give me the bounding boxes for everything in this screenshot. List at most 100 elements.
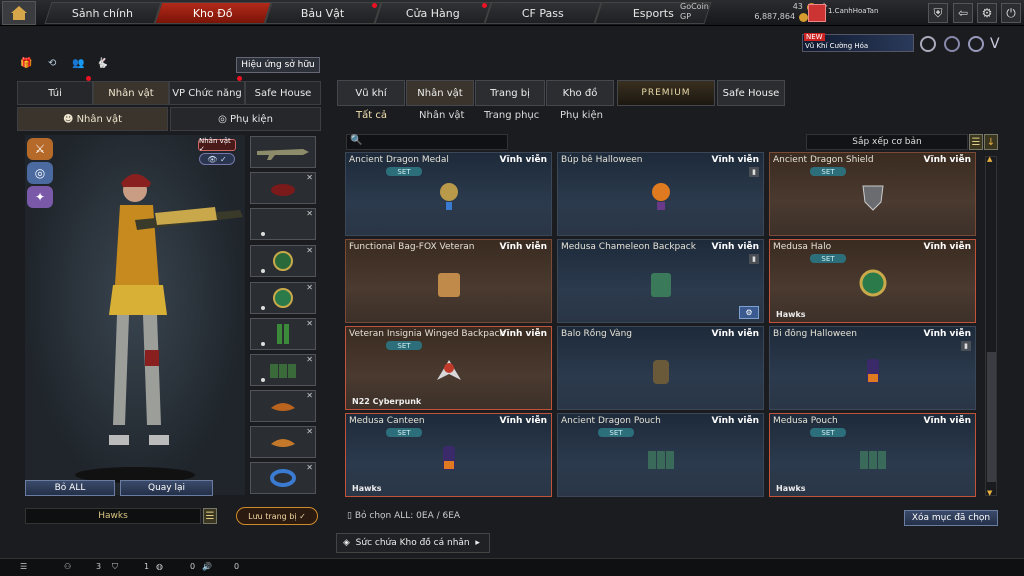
left-tab-bag[interactable]: Túi <box>17 81 93 105</box>
subtab-accessory[interactable]: ◎ Phụ kiện <box>170 107 321 131</box>
scroll-up-icon[interactable]: ▲ <box>987 155 996 163</box>
sort-order-icon[interactable]: ↓ <box>984 134 998 150</box>
inventory-tab-weapons[interactable]: Vũ khí <box>337 80 405 106</box>
remove-icon[interactable]: ✕ <box>306 283 313 292</box>
v-logo-icon[interactable]: V <box>990 36 1006 52</box>
category-icon-2[interactable]: ◎ <box>27 162 53 184</box>
event-icon-2[interactable] <box>944 36 960 52</box>
filter-all[interactable]: Tất cả <box>356 110 387 124</box>
equip-slot-halo[interactable]: ✕ <box>250 282 316 314</box>
equip-slot-extra-3[interactable]: ✕ <box>250 462 316 494</box>
equip-slot-extra-2[interactable]: ✕ <box>250 426 316 458</box>
friends-icon[interactable]: 👥 <box>72 58 88 74</box>
promo-banner[interactable]: NEW Vũ Khí Cường Hóa <box>802 33 914 52</box>
list-icon[interactable]: ☰ <box>20 562 27 571</box>
character-badge[interactable]: Nhân vật ✓ <box>198 137 236 153</box>
pet-icon[interactable]: 🐇 <box>96 58 112 74</box>
nav-tab-0[interactable]: Sảnh chính <box>44 2 162 24</box>
left-tab-character[interactable]: Nhân vật <box>93 81 169 105</box>
equip-slot-badge[interactable]: ✕ <box>250 245 316 277</box>
save-label: Lưu trang bị <box>248 511 297 521</box>
preset-name-field[interactable]: Hawks <box>25 508 201 524</box>
remove-icon[interactable]: ✕ <box>306 319 313 328</box>
remove-icon[interactable]: ✕ <box>306 463 313 472</box>
equip-slot-hat[interactable]: ✕ <box>250 172 316 204</box>
nav-tab-4[interactable]: CF Pass <box>484 2 602 24</box>
power-icon[interactable]: ⏻ <box>1001 3 1021 23</box>
ring-item-icon <box>270 469 296 487</box>
equip-slot-extra-1[interactable]: ✕ <box>250 390 316 422</box>
arrow-right-icon: ▸ <box>469 538 480 548</box>
item-card[interactable]: Medusa Halo Vĩnh viễn SET Hawks <box>769 239 976 323</box>
preset-menu-icon[interactable]: ☰ <box>203 508 217 524</box>
filter-costume[interactable]: Trang phục <box>484 110 539 124</box>
remove-all-button[interactable]: Bỏ ALL <box>25 480 115 496</box>
slot-dot <box>261 306 265 310</box>
exit-lobby-icon[interactable]: ⇦ <box>953 3 973 23</box>
delete-selected-button[interactable]: Xóa mục đã chọn <box>904 510 998 526</box>
item-card[interactable]: Ancient Dragon Medal Vĩnh viễn SET <box>345 152 552 236</box>
equip-slot-canteen[interactable]: ✕ <box>250 318 316 350</box>
inventory-tab-premium[interactable]: PREMIUM <box>617 80 715 106</box>
history-icon[interactable]: ⟲ <box>48 58 64 74</box>
event-icon-3[interactable] <box>968 36 984 52</box>
remove-icon[interactable]: ✕ <box>306 355 313 364</box>
trash-icon[interactable]: ▮ <box>961 341 971 351</box>
storage-capacity-button[interactable]: ◈ Sức chứa Kho đồ cá nhân ▸ <box>336 533 490 553</box>
item-card[interactable]: Ancient Dragon Pouch Vĩnh viễn SET <box>557 413 764 497</box>
item-card[interactable]: Medusa Chameleon Backpack Vĩnh viễn ▮ ⚙ <box>557 239 764 323</box>
item-tag: N22 Cyberpunk <box>352 397 422 406</box>
item-card[interactable]: Búp bê Halloween Vĩnh viễn ▮ <box>557 152 764 236</box>
speaker-icon[interactable]: 🔊 <box>202 562 212 571</box>
settings-gear-icon[interactable]: ⚙ <box>977 3 997 23</box>
save-equipment-button[interactable]: Lưu trang bị ✓ <box>236 507 318 525</box>
trash-icon[interactable]: ▮ <box>749 254 759 264</box>
category-icon-1[interactable]: ⚔ <box>27 138 53 160</box>
inventory-tab-storage[interactable]: Kho đồ <box>546 80 614 106</box>
item-card[interactable]: Balo Rồng Vàng Vĩnh viễn <box>557 326 764 410</box>
inventory-tab-character[interactable]: Nhân vật <box>406 80 474 106</box>
nav-tab-1[interactable]: Kho Đồ <box>154 2 272 24</box>
subtab-character[interactable]: ☻ Nhân vật <box>17 107 168 131</box>
filter-character[interactable]: Nhân vật <box>419 110 464 124</box>
search-input[interactable]: 🔍 <box>346 134 508 150</box>
nav-tab-2[interactable]: Bảu Vật <box>264 2 382 24</box>
item-card[interactable]: Bi đông Halloween Vĩnh viễn ▮ <box>769 326 976 410</box>
equip-slot-weapon[interactable] <box>250 136 316 168</box>
left-tab-safe-house[interactable]: Safe House <box>245 81 321 105</box>
item-card[interactable]: Veteran Insignia Winged Backpack Vĩnh viễ… <box>345 326 552 410</box>
gear-icon[interactable]: ⚙ <box>739 306 759 319</box>
remove-icon[interactable]: ✕ <box>306 391 313 400</box>
home-button[interactable] <box>2 1 36 25</box>
scroll-down-icon[interactable]: ▼ <box>987 489 996 497</box>
scroll-thumb[interactable] <box>987 352 996 482</box>
back-button[interactable]: Quay lại <box>120 480 213 496</box>
item-card[interactable]: Ancient Dragon Shield Vĩnh viễn SET <box>769 152 976 236</box>
scrollbar[interactable]: ▲ ▼ <box>985 155 997 497</box>
remove-icon[interactable]: ✕ <box>306 209 313 218</box>
filter-accessory[interactable]: Phụ kiện <box>560 110 603 124</box>
inventory-tab-safe-house[interactable]: Safe House <box>717 80 785 106</box>
sort-dropdown[interactable]: Sắp xếp cơ bản <box>806 134 968 150</box>
gift-icon[interactable]: 🎁 <box>20 58 36 74</box>
clan-icon[interactable]: ⛨ <box>928 3 948 23</box>
equip-slot-mask[interactable]: ✕ <box>250 208 316 240</box>
equip-slot-pouch[interactable]: ✕ <box>250 354 316 386</box>
owned-effect-button[interactable]: Hiệu ứng sở hữu <box>236 57 320 73</box>
item-card[interactable]: Functional Bag-FOX Veteran Vĩnh viễn <box>345 239 552 323</box>
remove-icon[interactable]: ✕ <box>306 427 313 436</box>
username[interactable]: 1.CanhHoaTan <box>828 7 878 15</box>
category-icon-3[interactable]: ✦ <box>27 186 53 208</box>
character-preview[interactable] <box>25 135 245 495</box>
trash-icon[interactable]: ▮ <box>749 167 759 177</box>
view-toggle[interactable]: 👁 ✓ <box>199 153 235 165</box>
sort-menu-icon[interactable]: ☰ <box>969 134 983 150</box>
remove-icon[interactable]: ✕ <box>306 173 313 182</box>
item-card[interactable]: Medusa Canteen Vĩnh viễn SET Hawks <box>345 413 552 497</box>
item-card[interactable]: Medusa Pouch Vĩnh viễn SET Hawks <box>769 413 976 497</box>
inventory-tab-gear[interactable]: Trang bị <box>475 80 545 106</box>
event-icon-1[interactable] <box>920 36 936 52</box>
remove-icon[interactable]: ✕ <box>306 246 313 255</box>
left-tab-function-items[interactable]: VP Chức năng <box>169 81 245 105</box>
nav-tab-3[interactable]: Cửa Hàng <box>374 2 492 24</box>
